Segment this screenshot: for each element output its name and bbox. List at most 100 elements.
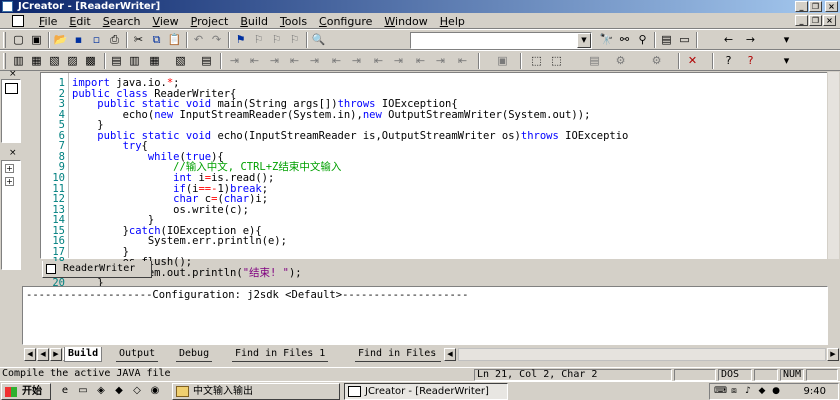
- close-icon[interactable]: ×: [9, 70, 17, 79]
- find-next-icon[interactable]: ⚲: [634, 32, 651, 48]
- ie-icon[interactable]: e: [58, 385, 72, 397]
- menu-search[interactable]: Search: [97, 15, 147, 28]
- project-settings-icon[interactable]: ▤: [108, 53, 125, 69]
- tab-right-icon[interactable]: ⇥: [348, 53, 365, 69]
- output-view-icon[interactable]: ▩: [82, 53, 99, 69]
- tab-build[interactable]: Build: [64, 347, 103, 362]
- tab-scroll-left-icon[interactable]: ◀: [37, 348, 49, 361]
- space-left-icon[interactable]: ⇤: [370, 53, 387, 69]
- expand-icon[interactable]: +: [5, 164, 14, 173]
- compile-icon[interactable]: ▦: [146, 53, 163, 69]
- cut-icon[interactable]: ✂: [130, 32, 147, 48]
- toolbar-options-icon[interactable]: ▾: [778, 32, 795, 48]
- tool-run-icon[interactable]: ⚙: [612, 53, 629, 69]
- debug-icon[interactable]: ⬚: [548, 53, 565, 69]
- execute-icon[interactable]: ⬚: [528, 53, 545, 69]
- explorer-icon[interactable]: ◆: [112, 385, 126, 397]
- stop-build-icon[interactable]: ▣: [494, 53, 511, 69]
- menu-project[interactable]: Project: [185, 15, 235, 28]
- output-vertical-scrollbar[interactable]: [828, 286, 839, 345]
- task-jcreator[interactable]: JCreator - [ReaderWriter]: [344, 383, 508, 400]
- menu-view[interactable]: View: [147, 15, 185, 28]
- mdi-close-button[interactable]: ×: [823, 15, 836, 26]
- title-bar[interactable]: JCreator - [ReaderWriter] _ ❐ ×: [0, 0, 840, 13]
- tab-scroll-right-icon[interactable]: ▶: [827, 348, 839, 361]
- context-help-icon[interactable]: ?: [742, 53, 759, 69]
- menu-tools[interactable]: Tools: [274, 15, 313, 28]
- menu-help[interactable]: Help: [434, 15, 471, 28]
- code-editor[interactable]: 1 import java.io.*; 2 public class ReaderWr…: [40, 72, 839, 289]
- space-right-icon[interactable]: ⇥: [390, 53, 407, 69]
- forward-arrow-icon[interactable]: →: [742, 32, 759, 48]
- find-in-files-icon[interactable]: 🔭: [598, 32, 615, 48]
- mdi-restore-button[interactable]: ❐: [809, 15, 822, 26]
- menu-edit[interactable]: Edit: [63, 15, 96, 28]
- tab-find-in-files-1[interactable]: Find in Files 1: [232, 347, 329, 362]
- minimize-button[interactable]: _: [795, 1, 808, 12]
- document-icon[interactable]: [12, 15, 24, 27]
- desktop-icon[interactable]: ▭: [76, 385, 90, 397]
- tab-debug[interactable]: Debug: [176, 347, 213, 362]
- open-folder-icon[interactable]: 📂: [52, 32, 69, 48]
- menu-configure[interactable]: Configure: [313, 15, 378, 28]
- outdent-icon[interactable]: ⇤: [246, 53, 263, 69]
- find-combo[interactable]: ▼: [410, 32, 592, 49]
- quicklaunch-icon[interactable]: ◉: [148, 385, 162, 397]
- rebuild-icon[interactable]: ▤: [198, 53, 215, 69]
- toolbar-options-icon[interactable]: ▾: [778, 53, 795, 69]
- network-icon[interactable]: ⧈: [728, 386, 740, 397]
- restore-button[interactable]: ❐: [809, 1, 822, 12]
- output-panel[interactable]: --------------------Configuration: j2sdk…: [22, 286, 828, 345]
- menu-window[interactable]: Window: [378, 15, 433, 28]
- tab-readerwriter[interactable]: ReaderWriter: [42, 261, 152, 278]
- package-panel[interactable]: + +: [1, 160, 21, 270]
- help-icon[interactable]: ?: [720, 53, 737, 69]
- tab-scroll-right-icon[interactable]: ▶: [50, 348, 62, 361]
- close-button[interactable]: ×: [825, 1, 838, 12]
- tab-scroll-left-icon[interactable]: ◀: [444, 348, 456, 361]
- case-icon[interactable]: ⇤: [412, 53, 429, 69]
- ime-icon[interactable]: ⌨: [714, 386, 727, 397]
- file-settings-icon[interactable]: ▥: [126, 53, 143, 69]
- task-folder[interactable]: 中文输入输出: [172, 383, 340, 400]
- save-all-icon[interactable]: ▫: [88, 32, 105, 48]
- bookmark-prev-icon[interactable]: ⚐: [268, 32, 285, 48]
- tab-output[interactable]: Output: [116, 347, 159, 362]
- paste-icon[interactable]: 📋: [166, 32, 183, 48]
- workspace-icon[interactable]: ▥: [10, 53, 27, 69]
- bookmark-clear-icon[interactable]: ⚐: [286, 32, 303, 48]
- save-icon[interactable]: ▪: [70, 32, 87, 48]
- toolbar-grip[interactable]: [3, 32, 6, 48]
- indent-icon[interactable]: ⇥: [226, 53, 243, 69]
- tools-icon[interactable]: ▤: [586, 53, 603, 69]
- undo-icon[interactable]: ↶: [190, 32, 207, 48]
- replace-icon[interactable]: ⚯: [616, 32, 633, 48]
- menu-file[interactable]: File: [33, 15, 63, 28]
- mdi-minimize-button[interactable]: _: [795, 15, 808, 26]
- uncomment-icon[interactable]: ⇤: [286, 53, 303, 69]
- copy-icon[interactable]: ⧉: [148, 32, 165, 48]
- full-screen-icon[interactable]: ▭: [676, 32, 693, 48]
- comment-icon[interactable]: ⇥: [266, 53, 283, 69]
- menu-build[interactable]: Build: [234, 15, 274, 28]
- new-project-icon[interactable]: ▣: [28, 32, 45, 48]
- editor-vertical-scrollbar[interactable]: [827, 72, 839, 259]
- media-icon[interactable]: ◈: [94, 385, 108, 397]
- print-icon[interactable]: ⎙: [106, 32, 123, 48]
- chevron-down-icon[interactable]: ▼: [577, 33, 591, 48]
- output-horizontal-scrollbar[interactable]: [458, 348, 826, 361]
- toolbar-grip[interactable]: [3, 53, 6, 69]
- package-view-icon[interactable]: ▨: [64, 53, 81, 69]
- bookmark-next-icon[interactable]: ⚐: [250, 32, 267, 48]
- format-icon[interactable]: ⇥: [306, 53, 323, 69]
- tab-find-in-files-2[interactable]: Find in Files 2: [355, 347, 441, 362]
- whitespace-icon[interactable]: ⇤: [454, 53, 471, 69]
- shield-icon[interactable]: ◆: [756, 386, 768, 397]
- tab-scroll-left-icon[interactable]: ◀: [24, 348, 36, 361]
- close-window-icon[interactable]: ✕: [684, 53, 701, 69]
- class-view-icon[interactable]: ▧: [46, 53, 63, 69]
- start-button[interactable]: 开始: [1, 383, 51, 400]
- build-icon[interactable]: ▧: [172, 53, 189, 69]
- window-icon[interactable]: ▤: [658, 32, 675, 48]
- bookmark-toggle-icon[interactable]: ⚑: [232, 32, 249, 48]
